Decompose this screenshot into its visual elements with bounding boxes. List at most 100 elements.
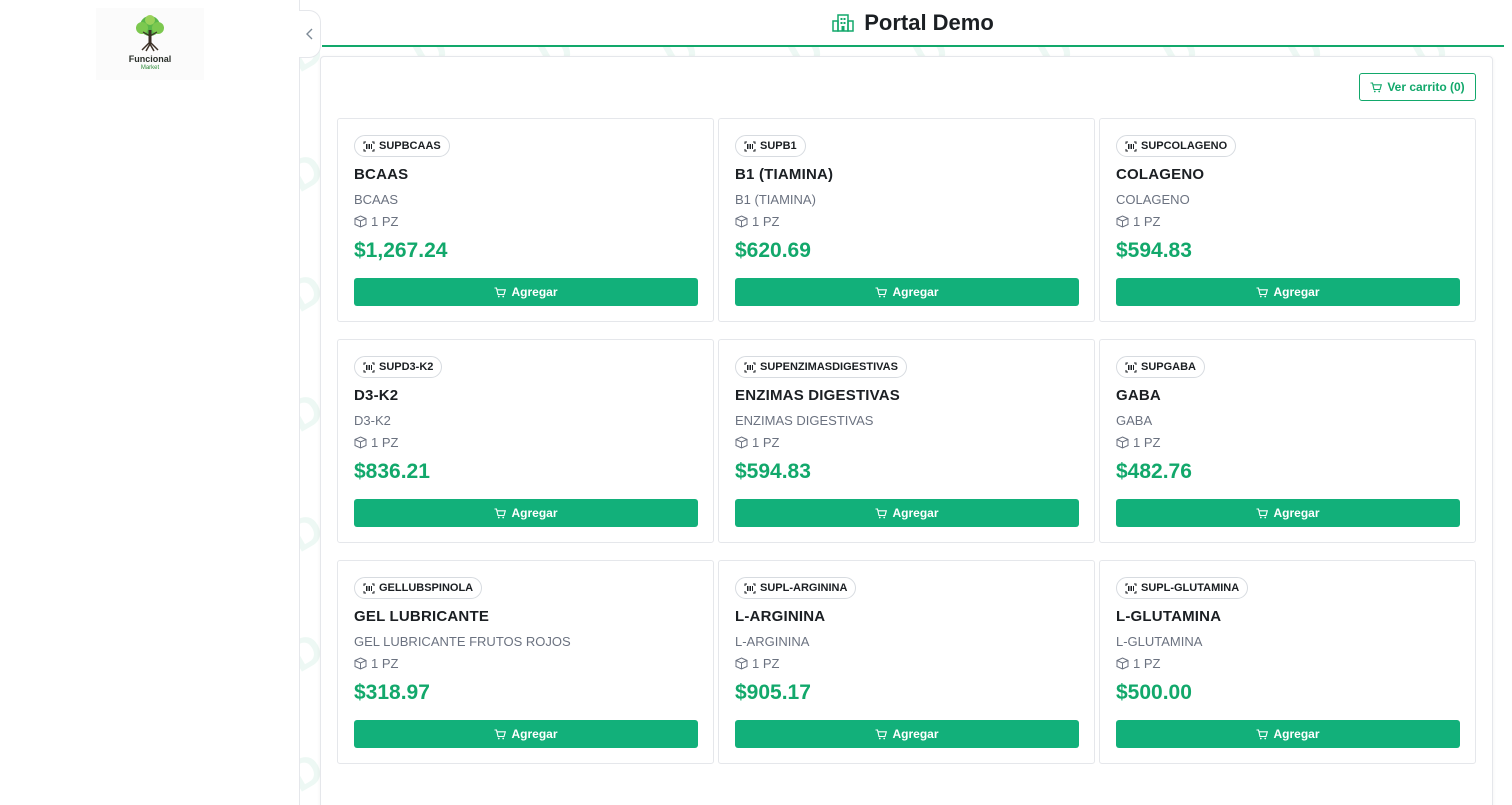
box-icon [354,215,367,228]
product-unit: 1 PZ [1116,214,1459,229]
cart-icon [875,507,888,518]
product-unit: 1 PZ [1116,435,1459,450]
sku-code: SUPGABA [1141,361,1197,373]
cart-icon [494,507,507,518]
box-icon [1116,657,1129,670]
view-cart-button[interactable]: Ver carrito (0) [1359,73,1476,101]
product-name: B1 (TIAMINA) [735,166,834,183]
box-icon [1116,215,1129,228]
unit-text: 1 PZ [371,214,399,229]
unit-text: 1 PZ [1133,656,1161,671]
product-description: D3-K2 [354,413,391,428]
cart-icon [1256,507,1269,518]
sidebar: Funcional Market [0,0,300,805]
box-icon [735,436,748,449]
sku-code: GELLUBSPINOLA [379,582,474,594]
product-unit: 1 PZ [354,435,697,450]
product-card: SUPL-ARGININA L-ARGININA L-ARGININA 1 PZ… [718,560,1095,764]
box-icon [735,215,748,228]
barcode-icon [363,583,375,593]
logo[interactable]: Funcional Market [96,8,204,80]
unit-text: 1 PZ [371,656,399,671]
product-unit: 1 PZ [735,656,1078,671]
unit-text: 1 PZ [752,214,780,229]
product-card: SUPL-GLUTAMINA L-GLUTAMINA L-GLUTAMINA 1… [1099,560,1476,764]
building-icon [832,13,854,32]
sku-badge: SUPCOLAGENO [1116,135,1237,157]
product-card: SUPGABA GABA GABA 1 PZ $482.76 Agregar [1099,339,1476,543]
sku-code: SUPB1 [760,140,797,152]
sku-code: SUPBCAAS [379,140,441,152]
product-name: BCAAS [354,166,409,183]
product-card: SUPCOLAGENO COLAGENO COLAGENO 1 PZ $594.… [1099,118,1476,322]
product-description: BCAAS [354,192,399,207]
add-to-cart-button[interactable]: Agregar [354,278,698,306]
add-to-cart-button[interactable]: Agregar [1116,720,1460,748]
unit-text: 1 PZ [371,435,399,450]
product-price: $905.17 [735,681,811,704]
product-price: $318.97 [354,681,430,704]
add-to-cart-button[interactable]: Agregar [1116,499,1460,527]
product-price: $620.69 [735,239,811,262]
barcode-icon [744,362,756,372]
sku-badge: SUPD3-K2 [354,356,443,378]
product-unit: 1 PZ [735,435,1078,450]
product-name: L-ARGININA [735,608,826,625]
box-icon [354,436,367,449]
product-description: ENZIMAS DIGESTIVAS [735,413,874,428]
add-to-cart-label: Agregar [511,285,558,299]
add-to-cart-label: Agregar [892,727,939,741]
add-to-cart-button[interactable]: Agregar [354,499,698,527]
add-to-cart-label: Agregar [1273,506,1320,520]
product-name: D3-K2 [354,387,399,404]
sku-badge: GELLUBSPINOLA [354,577,483,599]
product-description: COLAGENO [1116,192,1190,207]
cart-icon [1256,728,1269,739]
sku-badge: SUPB1 [735,135,806,157]
logo-text: Funcional [128,54,172,64]
cart-icon [1256,286,1269,297]
add-to-cart-button[interactable]: Agregar [735,499,1079,527]
tree-logo-icon [136,15,164,52]
product-card: GELLUBSPINOLA GEL LUBRICANTE GEL LUBRICA… [337,560,714,764]
barcode-icon [363,141,375,151]
product-unit: 1 PZ [354,656,697,671]
product-price: $482.76 [1116,460,1192,483]
collapse-sidebar-button[interactable] [299,10,321,58]
barcode-icon [1125,583,1137,593]
add-to-cart-button[interactable]: Agregar [354,720,698,748]
product-card: SUPD3-K2 D3-K2 D3-K2 1 PZ $836.21 Agrega… [337,339,714,543]
product-description: L-ARGININA [735,634,810,649]
barcode-icon [744,583,756,593]
product-description: GABA [1116,413,1153,428]
product-card: SUPENZIMASDIGESTIVAS ENZIMAS DIGESTIVAS … [718,339,1095,543]
sku-badge: SUPBCAAS [354,135,450,157]
product-grid: SUPBCAAS BCAAS BCAAS 1 PZ $1,267.24 Agre… [337,118,1476,764]
sku-badge: SUPL-ARGININA [735,577,857,599]
cart-icon [875,286,888,297]
unit-text: 1 PZ [752,656,780,671]
product-price: $594.83 [735,460,811,483]
add-to-cart-label: Agregar [1273,285,1320,299]
add-to-cart-button[interactable]: Agregar [1116,278,1460,306]
add-to-cart-button[interactable]: Agregar [735,278,1079,306]
sku-badge: SUPGABA [1116,356,1206,378]
product-description: L-GLUTAMINA [1116,634,1203,649]
cart-icon [875,728,888,739]
product-card: SUPBCAAS BCAAS BCAAS 1 PZ $1,267.24 Agre… [337,118,714,322]
add-to-cart-label: Agregar [511,727,558,741]
product-price: $836.21 [354,460,430,483]
page-header: Portal Demo [322,0,1504,47]
product-price: $1,267.24 [354,239,448,262]
chevron-left-icon [305,28,312,40]
unit-text: 1 PZ [752,435,780,450]
sku-code: SUPL-GLUTAMINA [1141,582,1240,594]
barcode-icon [1125,362,1137,372]
add-to-cart-button[interactable]: Agregar [735,720,1079,748]
cart-icon [494,286,507,297]
add-to-cart-label: Agregar [511,506,558,520]
product-name: GEL LUBRICANTE [354,608,490,625]
product-description: GEL LUBRICANTE FRUTOS ROJOS [354,634,571,649]
cart-icon [494,728,507,739]
logo-subtext: Market [140,65,160,71]
